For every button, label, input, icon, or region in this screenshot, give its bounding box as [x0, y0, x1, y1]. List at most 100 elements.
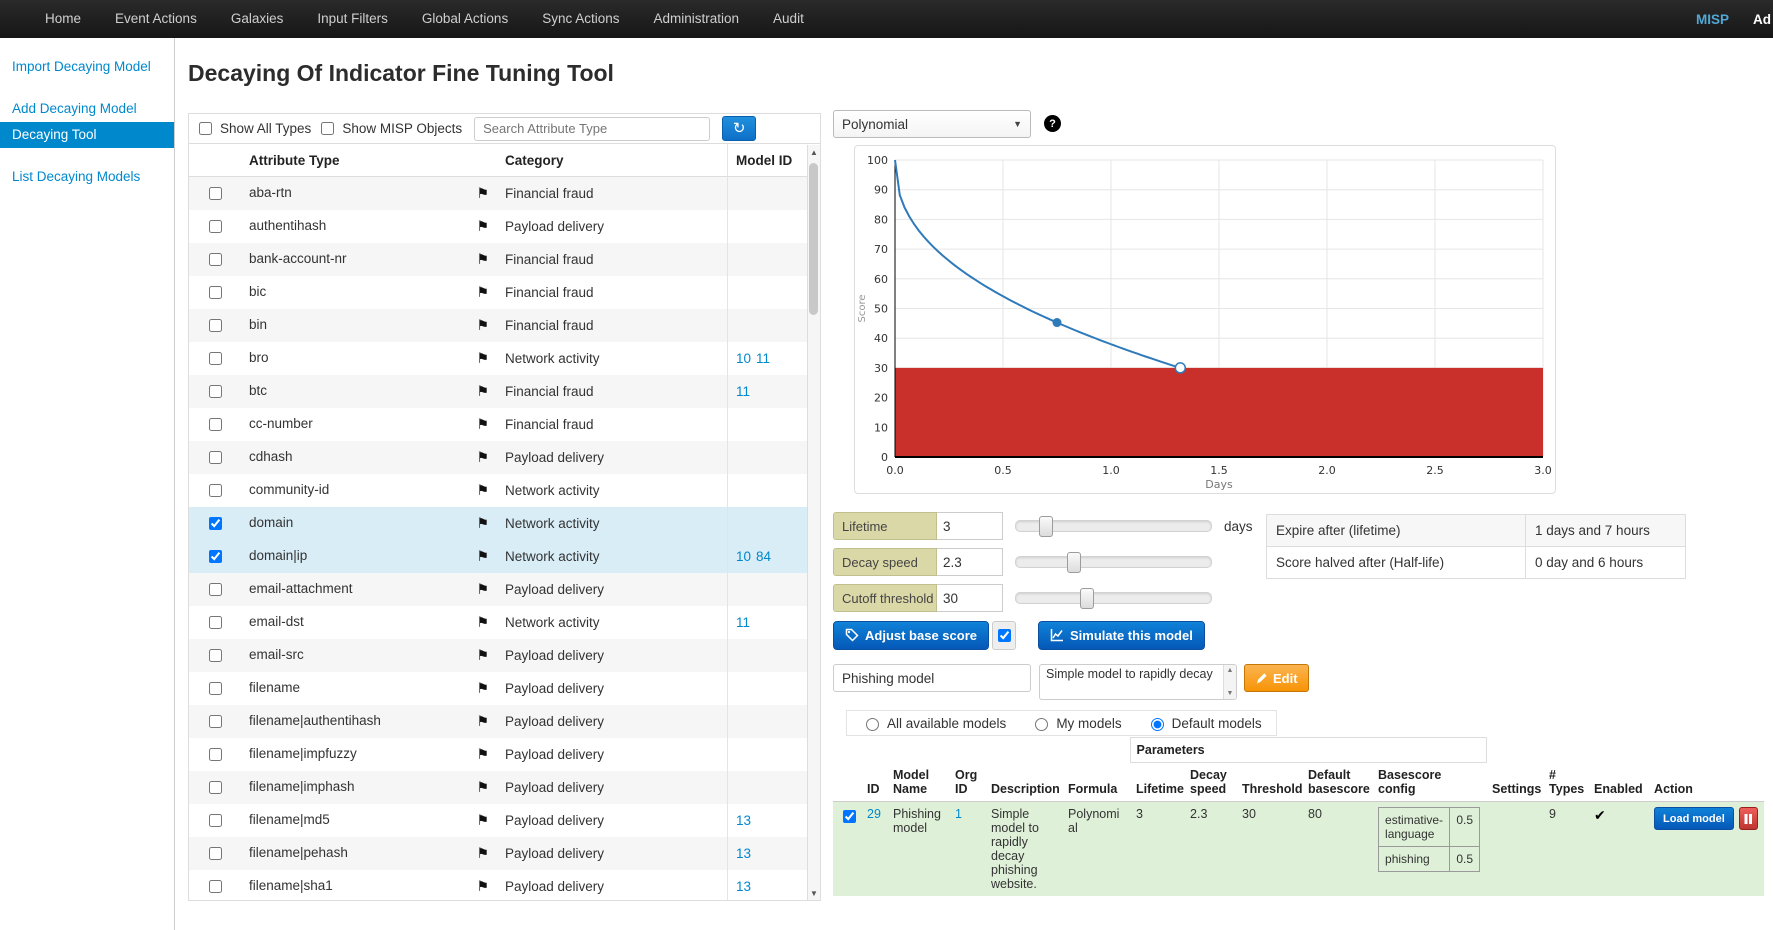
attribute-checkbox[interactable] — [209, 352, 222, 365]
nav-item-audit[interactable]: Audit — [756, 0, 821, 38]
model-id-link[interactable]: 10 — [736, 549, 751, 564]
flag-icon[interactable]: ⚑ — [476, 317, 489, 334]
model-id-link[interactable]: 29 — [867, 807, 881, 821]
flag-icon[interactable]: ⚑ — [476, 680, 489, 697]
model-id-link[interactable]: 84 — [756, 549, 771, 564]
scroll-up-icon[interactable]: ▲ — [1227, 667, 1234, 674]
flag-icon[interactable]: ⚑ — [476, 713, 489, 730]
flag-icon[interactable]: ⚑ — [476, 251, 489, 268]
flag-icon[interactable]: ⚑ — [476, 284, 489, 301]
model-id-link[interactable]: 11 — [736, 384, 750, 399]
model-id-link[interactable]: 13 — [736, 813, 751, 828]
nav-item-sync-actions[interactable]: Sync Actions — [525, 0, 636, 38]
show-all-types-checkbox[interactable] — [199, 122, 212, 135]
radio-input[interactable] — [1151, 718, 1164, 731]
adjust-base-score-checkbox[interactable] — [998, 629, 1011, 642]
cutoff-threshold-input[interactable] — [937, 584, 1003, 612]
nav-item-event-actions[interactable]: Event Actions — [98, 0, 214, 38]
models-row-checkbox[interactable] — [843, 810, 856, 823]
model-id-link[interactable]: 13 — [736, 846, 751, 861]
lifetime-slider[interactable] — [1015, 520, 1212, 532]
attribute-checkbox[interactable] — [209, 550, 222, 563]
flag-icon[interactable]: ⚑ — [476, 647, 489, 664]
cutoff-threshold-slider[interactable] — [1015, 592, 1212, 604]
show-all-types-option[interactable]: Show All Types — [195, 119, 311, 138]
nav-item-input-filters[interactable]: Input Filters — [300, 0, 405, 38]
show-misp-objects-checkbox[interactable] — [321, 122, 334, 135]
sidebar-item-add-decaying-model[interactable]: Add Decaying Model — [0, 96, 174, 122]
user-menu[interactable]: Ad — [1753, 12, 1771, 27]
help-icon[interactable]: ? — [1044, 115, 1061, 132]
search-attribute-input[interactable] — [474, 117, 710, 141]
flag-icon[interactable]: ⚑ — [476, 185, 489, 202]
flag-icon[interactable]: ⚑ — [476, 581, 489, 598]
model-filter-default-models[interactable]: Default models — [1146, 715, 1262, 731]
flag-icon[interactable]: ⚑ — [476, 449, 489, 466]
flag-icon[interactable]: ⚑ — [476, 746, 489, 763]
misp-brand[interactable]: MISP — [1696, 12, 1729, 27]
flag-icon[interactable]: ⚑ — [476, 614, 489, 631]
flag-icon[interactable]: ⚑ — [476, 482, 489, 499]
flag-icon[interactable]: ⚑ — [476, 878, 489, 895]
attribute-checkbox[interactable] — [209, 418, 222, 431]
flag-icon[interactable]: ⚑ — [476, 218, 489, 235]
attribute-table-scrollbar[interactable]: ▲ ▼ — [807, 145, 820, 900]
flag-icon[interactable]: ⚑ — [476, 548, 489, 565]
sidebar-item-import-decaying-model[interactable]: Import Decaying Model — [0, 54, 174, 80]
attribute-checkbox[interactable] — [209, 253, 222, 266]
nav-item-global-actions[interactable]: Global Actions — [405, 0, 525, 38]
attribute-checkbox[interactable] — [209, 484, 222, 497]
pause-model-button[interactable] — [1739, 807, 1758, 830]
decay-speed-slider[interactable] — [1015, 556, 1212, 568]
description-scrollbar[interactable]: ▲ ▼ — [1223, 665, 1236, 699]
nav-item-galaxies[interactable]: Galaxies — [214, 0, 301, 38]
model-id-link[interactable]: 13 — [736, 879, 751, 894]
flag-icon[interactable]: ⚑ — [476, 383, 489, 400]
model-id-link[interactable]: 11 — [736, 615, 750, 630]
attribute-checkbox[interactable] — [209, 682, 222, 695]
model-id-link[interactable]: 10 — [736, 351, 751, 366]
sidebar-item-decaying-tool[interactable]: Decaying Tool — [0, 122, 174, 148]
attribute-checkbox[interactable] — [209, 781, 222, 794]
flag-icon[interactable]: ⚑ — [476, 812, 489, 829]
org-id-link[interactable]: 1 — [955, 807, 962, 821]
attribute-checkbox[interactable] — [209, 814, 222, 827]
scroll-down-icon[interactable]: ▼ — [808, 886, 820, 900]
simulate-model-button[interactable]: Simulate this model — [1038, 621, 1205, 650]
formula-select[interactable]: Polynomial ▼ — [833, 110, 1031, 138]
lifetime-slider-handle[interactable] — [1039, 516, 1053, 537]
attribute-checkbox[interactable] — [209, 847, 222, 860]
model-filter-all-available-models[interactable]: All available models — [861, 715, 1006, 731]
attribute-checkbox[interactable] — [209, 220, 222, 233]
model-filter-my-models[interactable]: My models — [1030, 715, 1121, 731]
attribute-checkbox[interactable] — [209, 385, 222, 398]
attribute-checkbox[interactable] — [209, 286, 222, 299]
scrollbar-thumb[interactable] — [809, 163, 818, 315]
attribute-checkbox[interactable] — [209, 517, 222, 530]
scroll-up-icon[interactable]: ▲ — [808, 145, 820, 159]
model-name-input[interactable] — [833, 664, 1031, 692]
nav-item-home[interactable]: Home — [28, 0, 98, 38]
model-id-link[interactable]: 11 — [756, 351, 770, 366]
flag-icon[interactable]: ⚑ — [476, 350, 489, 367]
attribute-checkbox[interactable] — [209, 319, 222, 332]
attribute-checkbox[interactable] — [209, 187, 222, 200]
decay-speed-input[interactable] — [937, 548, 1003, 576]
flag-icon[interactable]: ⚑ — [476, 515, 489, 532]
decay-speed-slider-handle[interactable] — [1067, 552, 1081, 573]
attribute-checkbox[interactable] — [209, 583, 222, 596]
model-description-textarea[interactable]: Simple model to rapidly decay — [1039, 664, 1237, 700]
edit-model-button[interactable]: Edit — [1244, 664, 1309, 692]
lifetime-input[interactable] — [937, 512, 1003, 540]
cutoff-threshold-slider-handle[interactable] — [1080, 588, 1094, 609]
show-misp-objects-option[interactable]: Show MISP Objects — [317, 119, 462, 138]
attribute-checkbox[interactable] — [209, 715, 222, 728]
attribute-checkbox[interactable] — [209, 880, 222, 893]
attribute-checkbox[interactable] — [209, 649, 222, 662]
nav-item-administration[interactable]: Administration — [637, 0, 757, 38]
sidebar-item-list-decaying-models[interactable]: List Decaying Models — [0, 164, 174, 190]
flag-icon[interactable]: ⚑ — [476, 416, 489, 433]
attribute-checkbox[interactable] — [209, 748, 222, 761]
flag-icon[interactable]: ⚑ — [476, 779, 489, 796]
load-model-button[interactable]: Load model — [1654, 807, 1734, 830]
